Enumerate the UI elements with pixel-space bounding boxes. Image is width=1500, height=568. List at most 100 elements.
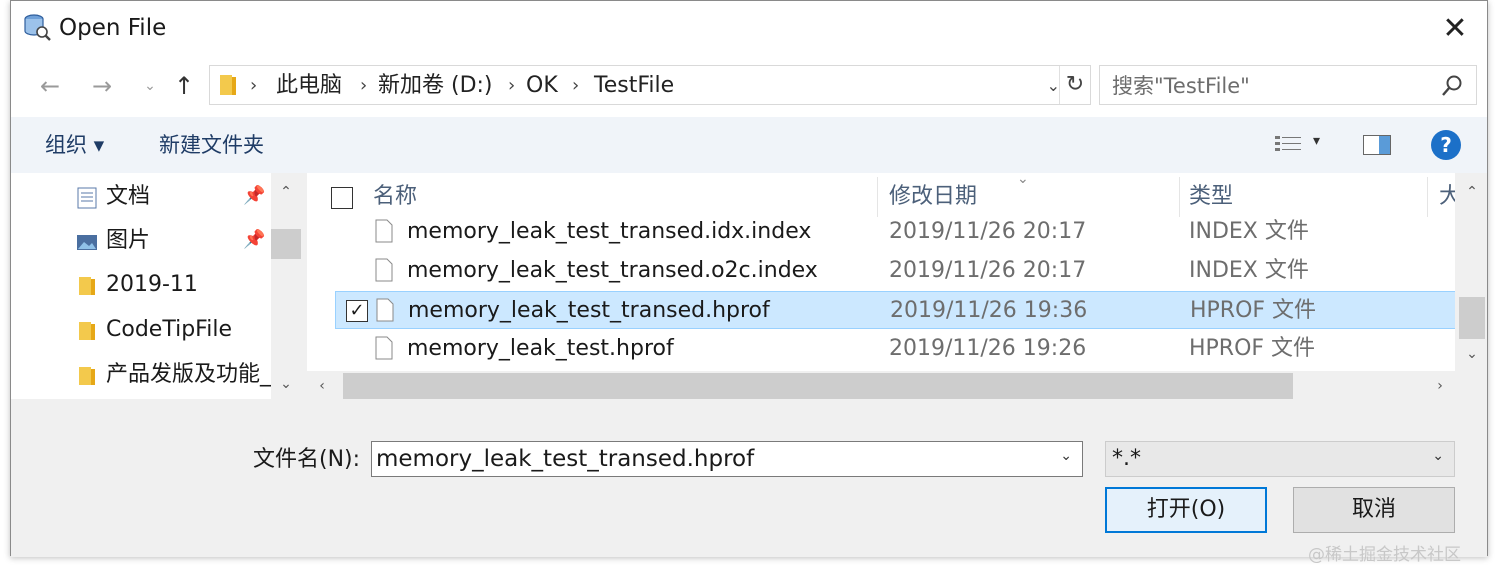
breadcrumb-this-pc[interactable]: 此电脑 bbox=[276, 72, 342, 100]
column-divider[interactable] bbox=[1427, 177, 1428, 217]
file-name: memory_leak_test.hprof bbox=[407, 336, 674, 361]
folder-icon bbox=[79, 277, 95, 295]
file-list: 名称 ⌄ 修改日期 类型 大 memory_leak_test_transed.… bbox=[307, 173, 1455, 371]
sidebar-item-2019-11[interactable]: 2019-11 bbox=[11, 263, 271, 307]
row-checkbox-checked[interactable]: ✓ bbox=[346, 300, 368, 322]
select-all-checkbox[interactable] bbox=[331, 187, 353, 209]
command-toolbar: 组织 ▾ 新建文件夹 ▾ ? bbox=[11, 117, 1487, 173]
breadcrumb-ok[interactable]: OK bbox=[526, 72, 558, 100]
picture-icon bbox=[77, 235, 97, 250]
sidebar-item-documents[interactable]: 文档 📌 bbox=[11, 175, 271, 219]
scroll-right-chevron-icon[interactable]: › bbox=[1425, 371, 1455, 401]
file-type-value: *.* bbox=[1112, 446, 1141, 471]
file-row[interactable]: memory_leak_test_transed.idx.index 2019/… bbox=[335, 213, 1455, 251]
sidebar-item-label: CodeTipFile bbox=[106, 317, 232, 342]
view-options-chevron-down-icon[interactable]: ▾ bbox=[1313, 133, 1320, 149]
sidebar-item-release-folder[interactable]: 产品发版及功能_ bbox=[11, 353, 271, 397]
file-type-select[interactable]: *.* ⌄ bbox=[1105, 441, 1455, 477]
file-row[interactable]: memory_leak_test_transed.o2c.index 2019/… bbox=[335, 252, 1455, 290]
scroll-left-chevron-icon[interactable]: ‹ bbox=[307, 371, 337, 401]
file-icon bbox=[375, 336, 393, 360]
chevron-right-icon: › bbox=[508, 75, 516, 96]
file-icon bbox=[376, 298, 394, 322]
filename-label: 文件名(N): bbox=[253, 447, 361, 472]
file-name: memory_leak_test_transed.o2c.index bbox=[407, 258, 818, 283]
search-input[interactable]: 搜索"TestFile" bbox=[1112, 72, 1250, 100]
file-date: 2019/11/26 20:17 bbox=[889, 219, 1087, 244]
organize-button[interactable]: 组织 ▾ bbox=[45, 131, 104, 159]
navigation-bar: ← → ⌄ ↑ › 此电脑 › 新加卷 (D:) › OK › TestFile… bbox=[11, 57, 1487, 117]
scroll-up-chevron-icon[interactable]: ⌃ bbox=[1457, 177, 1487, 207]
file-row[interactable]: memory_leak_test.hprof 2019/11/26 19:26 … bbox=[335, 330, 1455, 368]
file-row-selected[interactable]: ✓ memory_leak_test_transed.hprof 2019/11… bbox=[335, 291, 1455, 329]
sidebar-item-label: 产品发版及功能_ bbox=[106, 362, 272, 387]
refresh-icon[interactable]: ↻ bbox=[1059, 66, 1090, 104]
close-icon[interactable]: ✕ bbox=[1435, 9, 1475, 49]
file-icon bbox=[375, 219, 393, 243]
file-list-horizontal-scrollbar[interactable]: ‹ › bbox=[307, 371, 1455, 401]
sidebar-item-label: 文档 bbox=[106, 184, 151, 209]
sidebar-item-label: 2019-11 bbox=[106, 272, 198, 297]
recent-locations-chevron-down-icon[interactable]: ⌄ bbox=[135, 71, 165, 101]
filename-history-chevron-down-icon[interactable]: ⌄ bbox=[1060, 448, 1072, 464]
file-date: 2019/11/26 20:17 bbox=[889, 258, 1087, 283]
navigation-pane: 文档 📌 图片 📌 2019-11 CodeTipFile 产品发版及功能_ ⌃… bbox=[11, 173, 301, 399]
file-type-chevron-down-icon[interactable]: ⌄ bbox=[1432, 448, 1444, 464]
search-icon[interactable] bbox=[1440, 74, 1464, 98]
open-button[interactable]: 打开(O) bbox=[1105, 487, 1267, 533]
new-folder-button[interactable]: 新建文件夹 bbox=[159, 131, 264, 159]
help-icon[interactable]: ? bbox=[1431, 130, 1461, 160]
breadcrumb-drive-d[interactable]: 新加卷 (D:) bbox=[378, 72, 493, 100]
filename-field[interactable]: memory_leak_test_transed.hprof ⌄ bbox=[371, 441, 1083, 477]
column-header-type[interactable]: 类型 bbox=[1189, 181, 1233, 213]
watermark: @稀土掘金技术社区 bbox=[1308, 545, 1461, 565]
open-file-dialog: Open File ✕ ← → ⌄ ↑ › 此电脑 › 新加卷 (D:) › O… bbox=[10, 0, 1488, 557]
scroll-down-chevron-icon[interactable]: ⌄ bbox=[271, 369, 301, 399]
window-title: Open File bbox=[59, 15, 167, 41]
filename-value[interactable]: memory_leak_test_transed.hprof bbox=[376, 444, 754, 474]
scroll-down-chevron-icon[interactable]: ⌄ bbox=[1457, 339, 1487, 369]
address-history-chevron-down-icon[interactable]: ⌄ bbox=[1047, 72, 1060, 100]
column-divider[interactable] bbox=[1179, 177, 1180, 217]
preview-pane-icon[interactable] bbox=[1363, 135, 1391, 155]
sidebar-scrollbar[interactable]: ⌃ ⌄ bbox=[271, 173, 301, 399]
app-icon bbox=[24, 14, 51, 41]
file-type: HPROF 文件 bbox=[1189, 336, 1316, 361]
sidebar-item-codetipfile[interactable]: CodeTipFile bbox=[11, 308, 271, 352]
title-bar: Open File ✕ bbox=[11, 1, 1487, 57]
column-header-size[interactable]: 大 bbox=[1439, 181, 1455, 213]
file-type: INDEX 文件 bbox=[1189, 258, 1309, 283]
chevron-right-icon: › bbox=[572, 75, 580, 96]
file-name: memory_leak_test_transed.hprof bbox=[408, 298, 770, 323]
folder-icon bbox=[220, 75, 236, 95]
sidebar-item-pictures[interactable]: 图片 📌 bbox=[11, 219, 271, 263]
chevron-right-icon: › bbox=[360, 75, 368, 96]
view-options-icon[interactable] bbox=[1275, 135, 1301, 155]
scrollbar-thumb[interactable] bbox=[271, 229, 301, 259]
up-icon[interactable]: ↑ bbox=[169, 71, 199, 101]
file-type: INDEX 文件 bbox=[1189, 219, 1309, 244]
file-date: 2019/11/26 19:26 bbox=[889, 336, 1087, 361]
column-header-name[interactable]: 名称 bbox=[373, 181, 417, 213]
column-header-date[interactable]: 修改日期 bbox=[889, 181, 977, 213]
dialog-footer: 文件名(N): memory_leak_test_transed.hprof ⌄… bbox=[11, 401, 1487, 557]
address-bar[interactable]: › 此电脑 › 新加卷 (D:) › OK › TestFile ⌄ ↻ bbox=[209, 65, 1091, 105]
forward-icon[interactable]: → bbox=[87, 71, 117, 101]
breadcrumb-testfile[interactable]: TestFile bbox=[594, 72, 674, 100]
file-icon bbox=[375, 258, 393, 282]
sidebar-item-label: 图片 bbox=[106, 228, 151, 253]
scroll-up-chevron-icon[interactable]: ⌃ bbox=[271, 177, 301, 207]
back-icon[interactable]: ← bbox=[35, 71, 65, 101]
document-icon bbox=[77, 187, 97, 209]
folder-icon bbox=[79, 322, 95, 340]
cancel-button[interactable]: 取消 bbox=[1293, 487, 1455, 533]
column-divider[interactable] bbox=[877, 177, 878, 217]
file-list-vertical-scrollbar[interactable]: ⌃ ⌄ bbox=[1457, 173, 1487, 371]
scrollbar-thumb[interactable] bbox=[343, 373, 1293, 399]
pin-icon: 📌 bbox=[243, 229, 266, 250]
search-box[interactable]: 搜索"TestFile" bbox=[1099, 65, 1477, 105]
folder-icon bbox=[79, 367, 95, 385]
scrollbar-thumb[interactable] bbox=[1459, 297, 1485, 339]
pin-icon: 📌 bbox=[243, 185, 266, 206]
file-type: HPROF 文件 bbox=[1190, 298, 1317, 323]
